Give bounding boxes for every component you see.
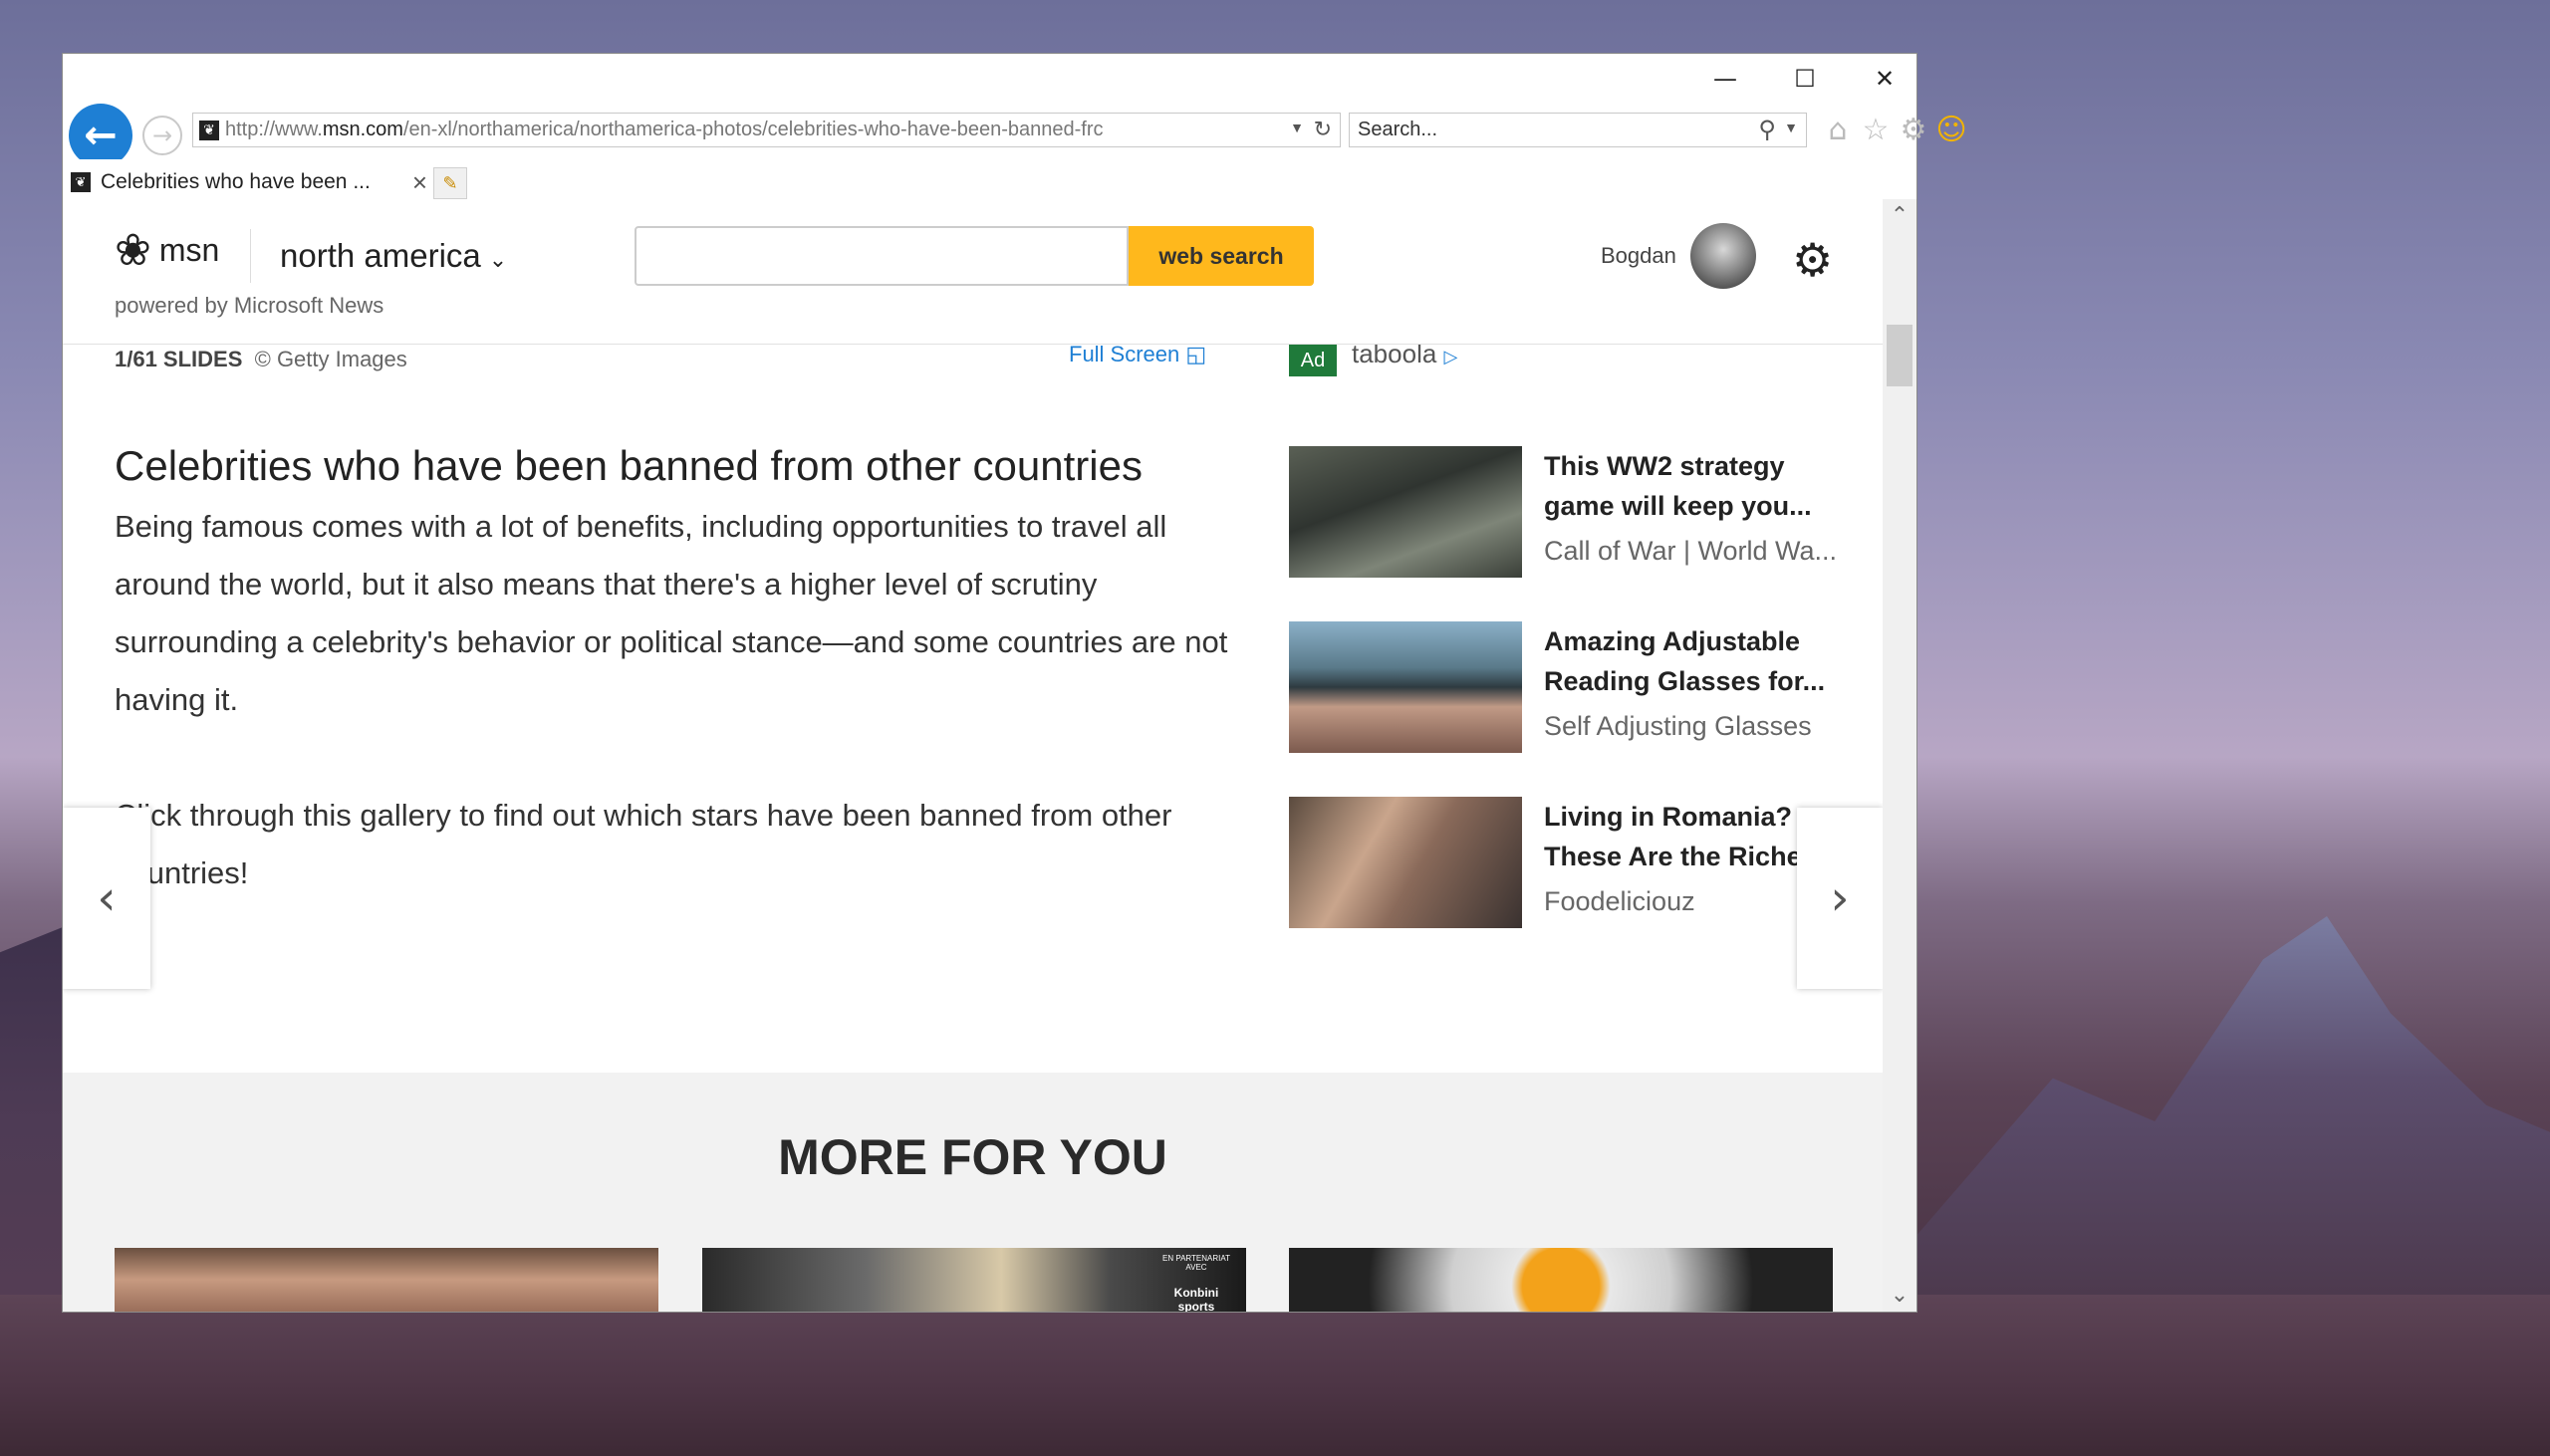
home-icon[interactable]: ⌂: [1820, 112, 1856, 147]
page-viewport: ❀ msn north america ⌄ powered by Microsof…: [63, 199, 1883, 1312]
recommendation-card[interactable]: [115, 1248, 658, 1312]
back-button[interactable]: ←: [69, 104, 132, 167]
msn-wordmark: msn: [158, 232, 220, 268]
recommendation-card[interactable]: EN PARTENARIAT AVEC Konbini sports: [702, 1248, 1246, 1312]
fullscreen-link[interactable]: Full Screen ◱: [1069, 342, 1206, 367]
chevron-down-icon: ⌄: [488, 247, 508, 272]
butterfly-icon: ❀: [115, 225, 151, 276]
gear-icon[interactable]: ⚙: [1896, 112, 1931, 147]
more-for-you-title: MORE FOR YOU: [778, 1129, 1167, 1185]
ad-badge: Ad: [1289, 345, 1337, 376]
tab-active[interactable]: ❦ Celebrities who have been ... ×: [71, 165, 427, 199]
msn-logo[interactable]: ❀ msn: [115, 225, 219, 276]
scroll-down-icon[interactable]: ⌄: [1883, 1283, 1916, 1308]
region-label: north america: [280, 237, 481, 274]
browser-search-input[interactable]: Search... ⚲ ▼: [1349, 113, 1807, 147]
msn-search-input[interactable]: [635, 226, 1129, 286]
image-credit: © Getty Images: [254, 347, 407, 371]
msn-header: ❀ msn north america ⌄ powered by Microsof…: [63, 199, 1883, 345]
slide-body: Being famous comes with a lot of benefit…: [115, 498, 1260, 960]
tab-title: Celebrities who have been ...: [101, 170, 371, 193]
site-favicon-icon: ❦: [199, 120, 219, 140]
title-bar: — ☐ ✕: [63, 54, 1916, 104]
header-divider: [250, 229, 251, 283]
ad-card[interactable]: Amazing Adjustable Reading Glasses for...…: [1289, 621, 1847, 753]
search-placeholder: Search...: [1358, 119, 1438, 140]
next-slide-button[interactable]: ›: [1797, 808, 1883, 989]
chevron-left-icon: ‹: [97, 870, 117, 926]
previous-slide-button[interactable]: ‹: [63, 808, 150, 989]
search-dropdown-icon[interactable]: ▼: [1784, 120, 1798, 135]
close-button[interactable]: ✕: [1845, 54, 1924, 104]
search-icon[interactable]: ⚲: [1758, 116, 1776, 144]
address-url[interactable]: http://www.msn.com/en-xl/northamerica/no…: [225, 119, 1221, 141]
ad-card[interactable]: Living in Romania? These Are the Richest.…: [1289, 797, 1847, 928]
ad-title[interactable]: This WW2 strategy game will keep you...: [1544, 446, 1843, 526]
refresh-icon[interactable]: ↻: [1314, 117, 1332, 142]
chevron-right-icon: ›: [1830, 870, 1850, 926]
ad-title[interactable]: Amazing Adjustable Reading Glasses for...: [1544, 621, 1843, 701]
ad-thumbnail[interactable]: [1289, 797, 1522, 928]
body-paragraph: Click through this gallery to find out w…: [115, 798, 1172, 890]
recommendation-card[interactable]: [1289, 1248, 1833, 1312]
smiley-icon[interactable]: ☺: [1933, 112, 1969, 147]
scrollbar-thumb[interactable]: [1887, 325, 1912, 386]
more-for-you-section: MORE FOR YOU EN PARTENARIAT AVEC Konbini…: [63, 1073, 1883, 1312]
slide-headline: Celebrities who have been banned from ot…: [115, 442, 1143, 489]
tab-favicon-icon: ❦: [71, 172, 91, 192]
slide-meta: 1/61 SLIDES © Getty Images: [115, 347, 407, 372]
scroll-up-icon[interactable]: ⌃: [1883, 203, 1916, 228]
adchoices-icon: ▷: [1443, 347, 1458, 366]
tab-bar: ❦ Celebrities who have been ... × ✎: [63, 159, 1916, 199]
slide-counter: 1/61 SLIDES: [115, 347, 243, 371]
browser-window: — ☐ ✕ ← → ❦ http://www.msn.com/en-xl/nor…: [63, 54, 1967, 1312]
settings-gear-icon[interactable]: ⚙: [1792, 233, 1833, 287]
background-ground: [0, 1295, 2550, 1456]
address-dropdown-icon[interactable]: ▼: [1290, 120, 1304, 135]
vertical-scrollbar[interactable]: ⌃ ⌄: [1883, 199, 1916, 1312]
back-arrow-icon: ←: [84, 113, 118, 158]
star-icon[interactable]: ☆: [1858, 112, 1894, 147]
ad-thumbnail[interactable]: [1289, 446, 1522, 578]
powered-by-text: powered by Microsoft News: [115, 293, 384, 318]
new-tab-button[interactable]: ✎: [433, 167, 467, 199]
partner-badge: EN PARTENARIAT AVEC Konbini sports: [1161, 1254, 1230, 1312]
forward-button[interactable]: →: [142, 116, 182, 155]
ad-thumbnail[interactable]: [1289, 621, 1522, 753]
user-name[interactable]: Bogdan: [1601, 243, 1676, 269]
ad-card[interactable]: This WW2 strategy game will keep you... C…: [1289, 446, 1847, 578]
body-paragraph: Being famous comes with a lot of benefit…: [115, 509, 1228, 717]
maximize-button[interactable]: ☐: [1765, 54, 1845, 104]
ad-source: Self Adjusting Glasses: [1544, 711, 1812, 741]
web-search-button[interactable]: web search: [1129, 226, 1314, 286]
ad-source: Call of War | World Wa...: [1544, 536, 1838, 566]
avatar[interactable]: [1690, 223, 1756, 289]
fullscreen-icon: ◱: [1185, 342, 1207, 366]
forward-arrow-icon: →: [151, 121, 173, 149]
minimize-button[interactable]: —: [1685, 54, 1765, 104]
region-selector[interactable]: north america ⌄: [280, 237, 507, 275]
address-bar[interactable]: ❦ http://www.msn.com/en-xl/northamerica/…: [192, 113, 1341, 147]
tab-close-icon[interactable]: ×: [412, 167, 427, 198]
